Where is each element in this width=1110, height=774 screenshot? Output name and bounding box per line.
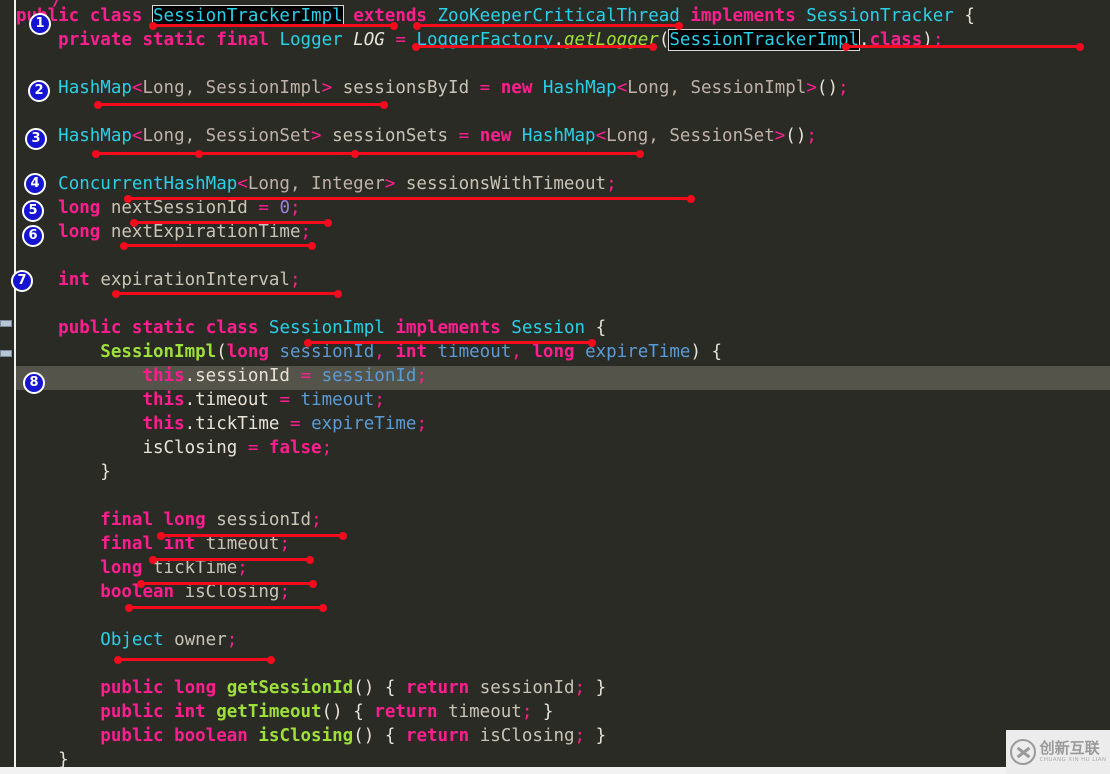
watermark: 创新互联 CHUANG XIN HU LIAN — [1006, 730, 1110, 774]
annotation-badge-6[interactable]: 6 — [22, 225, 44, 247]
circle-x-logo-icon — [1009, 739, 1036, 765]
annotation-underline — [112, 289, 342, 298]
code-line[interactable]: final long sessionId; — [16, 508, 321, 532]
code-line[interactable]: public boolean isClosing() { return isCl… — [16, 724, 606, 748]
code-editor-window[interactable]: / public class SessionTrackerImpl extend… — [0, 0, 1110, 774]
annotation-badge-2[interactable]: 2 — [28, 80, 50, 102]
annotation-badge-3[interactable]: 3 — [25, 128, 47, 150]
code-line[interactable]: Object owner; — [16, 628, 237, 652]
annotation-badge-4[interactable]: 4 — [24, 173, 46, 195]
editor-gutter[interactable] — [0, 0, 16, 774]
code-fold-marker[interactable] — [0, 320, 12, 327]
code-line[interactable]: private static final Logger LOG = Logger… — [16, 28, 943, 52]
annotation-badge-5[interactable]: 5 — [22, 200, 44, 222]
annotation-badge-8[interactable]: 8 — [23, 372, 45, 394]
code-line[interactable]: this.tickTime = expireTime; — [16, 412, 427, 436]
annotation-underline — [304, 338, 596, 347]
watermark-text: 创新互联 CHUANG XIN HU LIAN — [1039, 738, 1107, 764]
code-line[interactable]: ConcurrentHashMap<Long, Integer> session… — [16, 172, 616, 196]
code-line[interactable]: public int getTimeout() { return timeout… — [16, 700, 553, 724]
annotation-underline — [137, 579, 317, 588]
annotation-underline — [130, 218, 332, 227]
code-line[interactable]: HashMap<Long, SessionImpl> sessionsById … — [16, 76, 848, 100]
annotation-badge-1[interactable]: 1 — [29, 13, 51, 35]
watermark-chinese: 创新互联 — [1039, 738, 1100, 757]
annotation-underline — [114, 655, 275, 664]
code-line[interactable]: public long getSessionId() { return sess… — [16, 676, 606, 700]
code-line[interactable]: isClosing = false; — [16, 436, 332, 460]
annotation-badge-7[interactable]: 7 — [11, 270, 33, 292]
annotation-underline — [149, 21, 398, 30]
code-line[interactable]: int expirationInterval; — [16, 268, 300, 292]
code-line[interactable]: public static class SessionImpl implemen… — [16, 316, 606, 340]
annotation-underline — [157, 531, 347, 540]
annotation-underline — [124, 194, 695, 203]
annotation-underline — [120, 241, 316, 250]
window-bottom-edge — [0, 767, 1110, 774]
code-line[interactable]: this.timeout = timeout; — [16, 388, 384, 412]
annotation-underline — [412, 42, 657, 51]
code-line[interactable]: this.sessionId = sessionId; — [16, 364, 427, 388]
annotation-underline — [413, 21, 683, 30]
code-line[interactable]: } — [16, 460, 111, 484]
annotation-underline — [195, 149, 644, 158]
annotation-underline — [125, 603, 327, 612]
annotation-underline — [842, 42, 1084, 51]
annotation-underline — [94, 100, 388, 109]
code-line[interactable]: HashMap<Long, SessionSet> sessionSets = … — [16, 124, 817, 148]
code-fold-marker[interactable] — [0, 350, 12, 357]
annotation-underline — [149, 555, 314, 564]
watermark-pinyin: CHUANG XIN HU LIAN — [1039, 756, 1107, 763]
